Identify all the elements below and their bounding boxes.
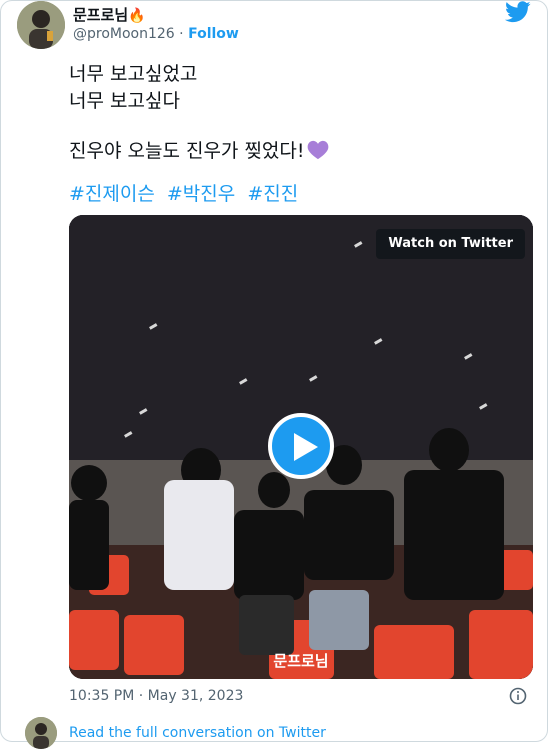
- twitter-bird-icon[interactable]: [505, 1, 531, 23]
- video-player[interactable]: Watch on Twitter 문프로님: [69, 215, 533, 679]
- fire-emoji: 🔥: [128, 8, 146, 24]
- tweet-line-3-text: 진우야 오늘도 진우가 찢었다!: [69, 140, 305, 162]
- follow-button[interactable]: Follow: [188, 26, 239, 42]
- tweet-line-3: 진우야 오늘도 진우가 찢었다!: [69, 138, 329, 168]
- author-name[interactable]: 문프로님🔥: [73, 4, 146, 25]
- hashtag-link[interactable]: #박진우: [167, 183, 235, 205]
- hashtag-link[interactable]: #진진: [247, 183, 298, 205]
- video-watermark: 문프로님: [273, 652, 329, 670]
- hashtags: #진제이슨 #박진우 #진진: [69, 179, 304, 206]
- separator: ·: [179, 26, 184, 42]
- handle-line: @proMoon126 · Follow: [73, 26, 239, 42]
- tweet-line-1: 너무 보고싶었고: [69, 63, 198, 85]
- purple-heart-icon: [307, 140, 329, 168]
- play-icon[interactable]: [268, 413, 334, 479]
- tweet-line-2: 너무 보고싶다: [69, 90, 180, 112]
- display-name[interactable]: 문프로님: [73, 6, 128, 24]
- tweet-text: 너무 보고싶었고 너무 보고싶다 진우야 오늘도 진우가 찢었다!: [69, 61, 329, 168]
- hashtag-link[interactable]: #진제이슨: [69, 183, 155, 205]
- avatar[interactable]: [17, 1, 65, 49]
- info-icon[interactable]: [509, 687, 527, 705]
- author-handle[interactable]: @proMoon126: [73, 26, 175, 42]
- read-conversation-link[interactable]: Read the full conversation on Twitter: [69, 725, 326, 741]
- tweet-card: 문프로님🔥 @proMoon126 · Follow 너무 보고싶었고 너무 보…: [0, 0, 548, 749]
- watch-on-twitter-button[interactable]: Watch on Twitter: [376, 229, 525, 259]
- tweet-timestamp[interactable]: 10:35 PM · May 31, 2023: [69, 688, 243, 704]
- avatar[interactable]: [25, 717, 57, 749]
